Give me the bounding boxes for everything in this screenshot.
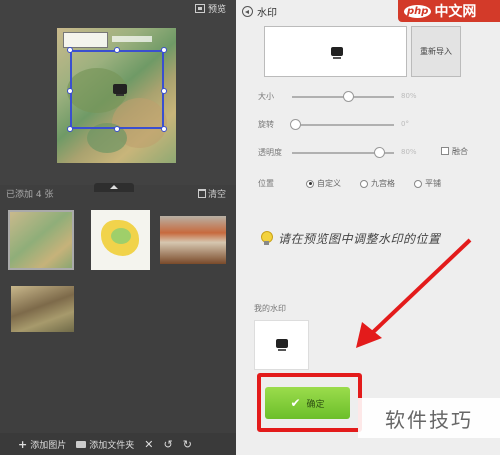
arrow-shaft <box>368 238 472 337</box>
brand-watermark: 软件技巧 <box>358 398 500 438</box>
site-logo: php 中文网 <box>398 0 500 22</box>
site-logo-text: 中文网 <box>434 4 477 20</box>
php-mark: php <box>404 4 432 18</box>
annotation-arrow <box>356 238 472 348</box>
